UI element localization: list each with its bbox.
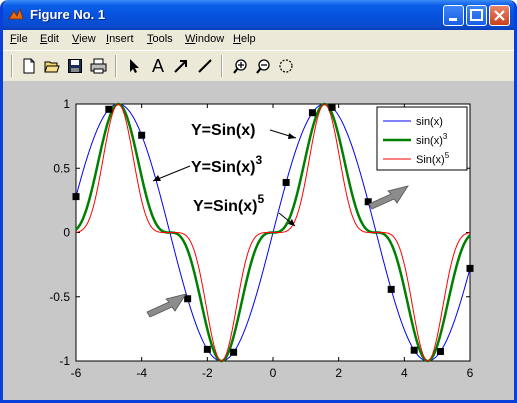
menu-view[interactable]: View — [72, 33, 96, 45]
open-folder-icon — [44, 61, 60, 73]
data-marker — [436, 347, 444, 355]
title-bar[interactable]: Figure No. 1 — [3, 0, 514, 30]
insert-line-icon — [198, 59, 212, 73]
minimize-button[interactable] — [443, 5, 464, 26]
close-icon — [494, 10, 505, 21]
legend-label-sin: sin(x) — [416, 116, 443, 128]
y-tick-label: 0 — [63, 226, 70, 240]
insert-arrow-icon — [174, 60, 187, 73]
data-marker — [184, 295, 192, 303]
minimize-icon — [449, 18, 457, 21]
x-tick-label: -4 — [136, 366, 147, 380]
toolbar-grip — [11, 55, 13, 77]
x-tick-label: 6 — [467, 366, 474, 380]
maximize-button[interactable] — [466, 5, 487, 26]
figure-toolbar: A — [3, 50, 514, 82]
print-icon — [90, 58, 107, 74]
insert-text-button[interactable]: A — [148, 56, 168, 76]
new-file-button[interactable] — [19, 56, 39, 76]
menu-tools[interactable]: Tools — [147, 33, 173, 45]
zoom-in-button[interactable] — [230, 56, 250, 76]
legend-label-sin5: Sin(x)5 — [416, 151, 450, 166]
data-marker — [466, 264, 474, 272]
data-marker — [308, 109, 316, 117]
data-marker — [328, 103, 336, 111]
data-marker — [138, 131, 146, 139]
open-file-button[interactable] — [42, 56, 62, 76]
y-tick-label: -0.5 — [49, 290, 70, 304]
toolbar-separator — [115, 55, 117, 77]
insert-text-icon: A — [151, 55, 164, 76]
zoom-in-icon — [233, 59, 247, 74]
select-tool-button[interactable] — [124, 56, 144, 76]
print-button[interactable] — [89, 56, 109, 76]
maximize-icon — [470, 9, 483, 21]
new-file-icon — [23, 58, 35, 74]
figure-window: Figure No. 1 File Edit View Insert Tools… — [0, 0, 517, 403]
matlab-icon — [8, 7, 24, 20]
data-marker — [282, 178, 290, 186]
insert-arrow-button[interactable] — [171, 56, 191, 76]
data-marker — [387, 285, 395, 293]
figure-canvas: -6 -4 -2 0 2 4 6 1 0.5 0 -0.5 -1 sin(x) sin(x)3 Sin… — [3, 81, 514, 400]
x-tick-label: -6 — [71, 366, 82, 380]
zoom-out-icon — [256, 59, 270, 74]
window-title: Figure No. 1 — [30, 7, 106, 22]
legend: sin(x) sin(x)3 Sin(x)5 — [376, 106, 468, 171]
x-tick-label: -2 — [202, 366, 213, 380]
toolbar-separator — [221, 55, 223, 77]
rotate-3d-button[interactable] — [276, 56, 296, 76]
annotation-sin: Y=Sin(x) — [191, 122, 255, 139]
rotate-3d-icon — [279, 59, 293, 73]
save-icon — [68, 59, 82, 73]
data-marker — [203, 345, 211, 353]
data-marker — [105, 105, 113, 113]
y-tick-label: 0.5 — [53, 161, 70, 175]
plot-svg: -6 -4 -2 0 2 4 6 1 0.5 0 -0.5 -1 sin(x) sin(x)3 Sin… — [49, 97, 474, 380]
select-arrow-icon — [130, 59, 139, 73]
menu-window[interactable]: Window — [185, 33, 224, 45]
data-marker — [72, 193, 80, 201]
x-tick-label: 4 — [401, 366, 408, 380]
menu-file[interactable]: File — [10, 33, 28, 45]
y-tick-label: 1 — [63, 97, 70, 111]
close-button[interactable] — [489, 5, 510, 26]
x-tick-label: 0 — [270, 366, 277, 380]
menu-help[interactable]: Help — [233, 33, 256, 45]
data-marker — [410, 346, 418, 354]
y-tick-label: -1 — [59, 354, 70, 368]
menu-edit[interactable]: Edit — [40, 33, 59, 45]
zoom-out-button[interactable] — [253, 56, 273, 76]
insert-line-button[interactable] — [195, 56, 215, 76]
menu-insert[interactable]: Insert — [106, 33, 134, 45]
data-marker — [230, 348, 238, 356]
x-tick-label: 2 — [335, 366, 342, 380]
save-button[interactable] — [65, 56, 85, 76]
menu-bar: File Edit View Insert Tools Window Help — [3, 30, 514, 50]
